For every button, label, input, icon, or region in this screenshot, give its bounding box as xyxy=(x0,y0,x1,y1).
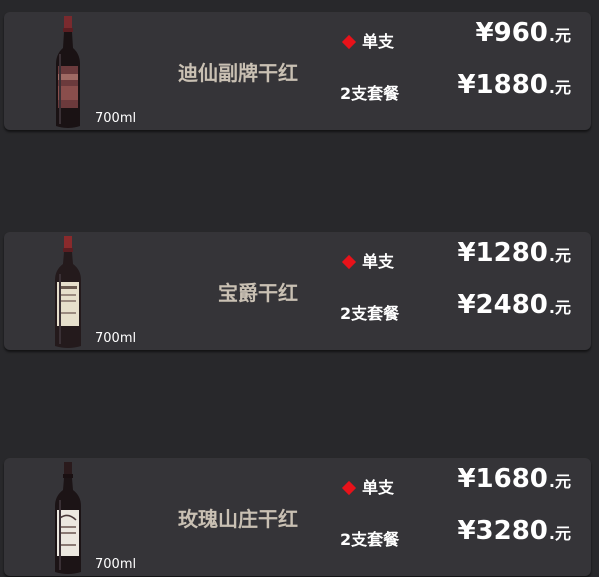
single-bottle-label: 单支 xyxy=(362,32,395,51)
wine-name: 宝爵干红 xyxy=(218,281,298,305)
single-bottle-option[interactable]: 单支 xyxy=(340,248,394,272)
two-bottle-option[interactable]: 2支套餐 xyxy=(340,300,399,324)
price-unit: .元 xyxy=(548,26,571,45)
volume-label: 700ml xyxy=(95,331,137,346)
wine-name: 玫瑰山庄干红 xyxy=(178,507,298,531)
product-list-page: 700ml 迪仙副牌干红 单支 2支套餐 ¥960.元 ¥1880.元 700m… xyxy=(0,0,599,577)
wine-name: 迪仙副牌干红 xyxy=(178,61,298,85)
product-card[interactable]: 700ml 玫瑰山庄干红 单支 2支套餐 ¥1680.元 ¥3280.元 xyxy=(4,458,591,576)
two-bottle-label: 2支套餐 xyxy=(340,84,400,103)
diamond-icon xyxy=(341,254,357,270)
product-card[interactable]: 700ml 迪仙副牌干红 单支 2支套餐 ¥960.元 ¥1880.元 xyxy=(4,12,591,130)
two-bottle-label: 2支套餐 xyxy=(340,530,400,549)
price-value: 1880 xyxy=(475,70,548,100)
two-bottle-option[interactable]: 2支套餐 xyxy=(340,526,399,550)
price-value: 1280 xyxy=(475,238,548,268)
single-price: ¥1680.元 xyxy=(457,464,571,494)
price-value: 3280 xyxy=(475,516,548,546)
single-bottle-option[interactable]: 单支 xyxy=(340,474,394,498)
price-unit: .元 xyxy=(548,472,571,491)
currency-symbol: ¥ xyxy=(457,238,476,268)
two-bottle-label: 2支套餐 xyxy=(340,304,400,323)
currency-symbol: ¥ xyxy=(457,516,476,546)
diamond-icon xyxy=(341,480,357,496)
two-bottle-price: ¥1880.元 xyxy=(457,70,571,100)
wine-bottle-icon xyxy=(48,234,88,350)
wine-bottle-icon xyxy=(48,14,88,130)
volume-label: 700ml xyxy=(95,111,137,126)
wine-bottle-icon xyxy=(48,460,88,576)
price-unit: .元 xyxy=(548,298,571,317)
single-bottle-label: 单支 xyxy=(362,252,395,271)
currency-symbol: ¥ xyxy=(457,464,476,494)
product-card[interactable]: 700ml 宝爵干红 单支 2支套餐 ¥1280.元 ¥2480.元 xyxy=(4,232,591,350)
volume-label: 700ml xyxy=(95,557,137,572)
price-unit: .元 xyxy=(548,524,571,543)
price-value: 960 xyxy=(493,18,548,48)
diamond-icon xyxy=(341,34,357,50)
single-price: ¥1280.元 xyxy=(457,238,571,268)
price-value: 2480 xyxy=(475,290,548,320)
single-price: ¥960.元 xyxy=(476,18,571,48)
currency-symbol: ¥ xyxy=(457,290,476,320)
single-bottle-label: 单支 xyxy=(362,478,395,497)
single-bottle-option[interactable]: 单支 xyxy=(340,28,394,52)
two-bottle-price: ¥3280.元 xyxy=(457,516,571,546)
two-bottle-price: ¥2480.元 xyxy=(457,290,571,320)
currency-symbol: ¥ xyxy=(475,18,494,48)
price-unit: .元 xyxy=(548,246,571,265)
price-value: 1680 xyxy=(475,464,548,494)
currency-symbol: ¥ xyxy=(457,70,476,100)
two-bottle-option[interactable]: 2支套餐 xyxy=(340,80,399,104)
price-unit: .元 xyxy=(548,78,571,97)
